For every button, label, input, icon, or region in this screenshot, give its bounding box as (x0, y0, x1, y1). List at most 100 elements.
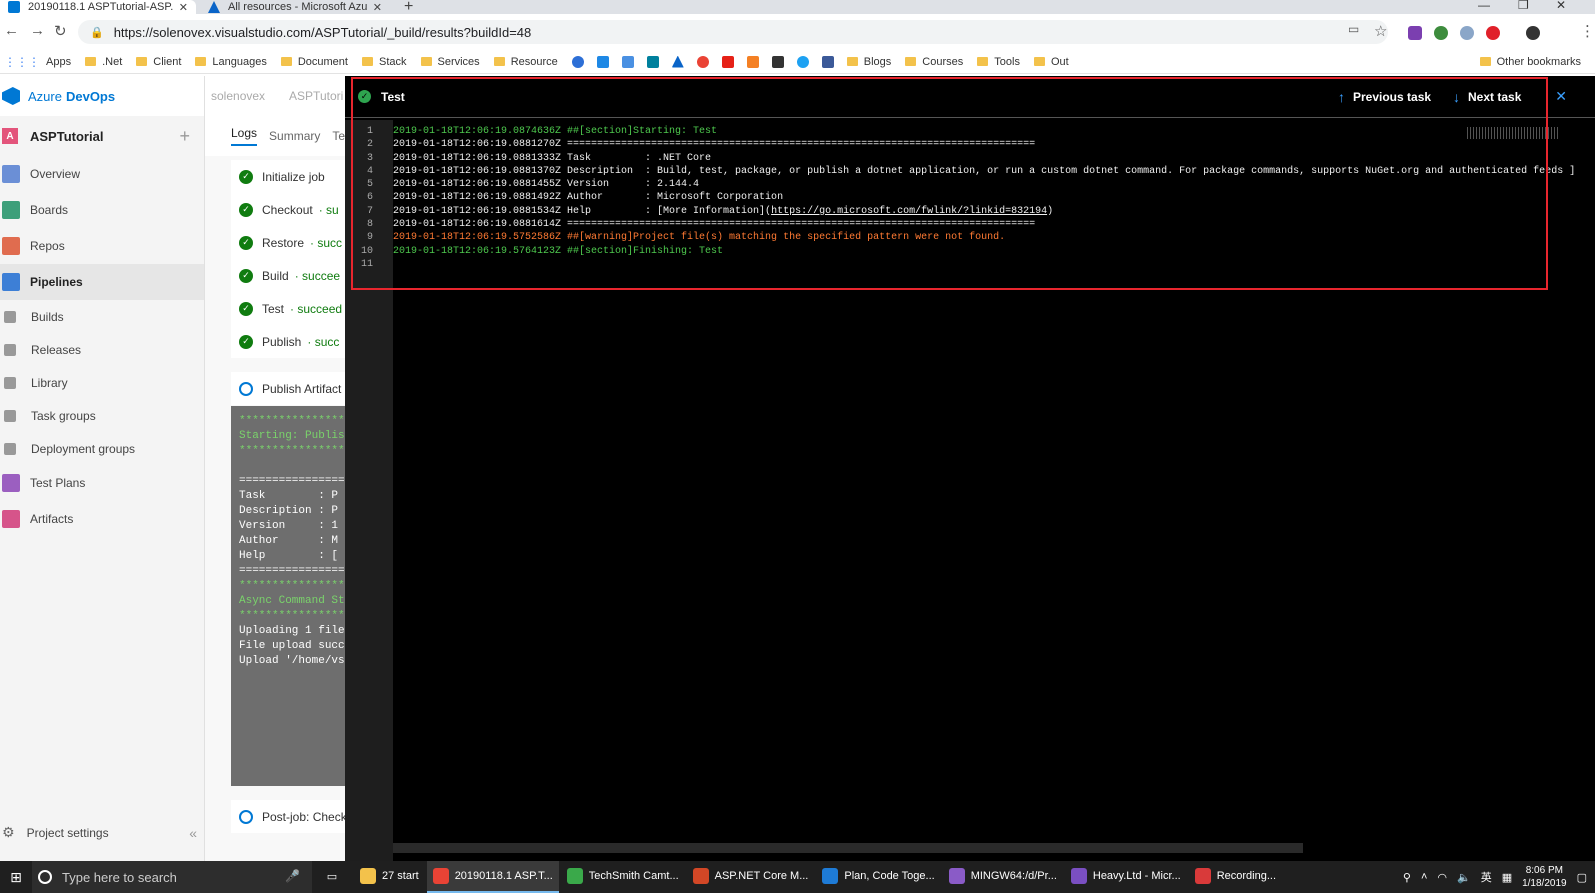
collapse-nav-icon[interactable]: « (189, 825, 197, 841)
bookmark-folder[interactable]: Stack (361, 56, 407, 68)
browser-tab-azure[interactable]: All resources - Microsoft Azure ✕ (200, 0, 390, 14)
horizontal-scrollbar[interactable] (393, 843, 1303, 853)
step-item[interactable]: ✓ Build · succee (231, 259, 345, 292)
running-step[interactable]: Publish Artifact (231, 372, 345, 405)
back-icon[interactable]: ← (4, 22, 19, 39)
bookmark-folder[interactable]: Courses (905, 56, 963, 68)
nav-item-artifacts[interactable]: Artifacts (0, 501, 204, 537)
keyboard-icon[interactable]: ▦ (1502, 871, 1512, 884)
help-link[interactable]: https://go.microsoft.com/fwlink/?linkid=… (771, 206, 1047, 217)
translate-bookmark-icon[interactable] (621, 55, 634, 68)
taskbar-app-button[interactable]: 27 start (354, 861, 425, 893)
taskbar-search-input[interactable]: Type here to search 🎤 (32, 861, 312, 893)
next-task-button[interactable]: ↓ Next task (1453, 89, 1521, 105)
google-bookmark-icon[interactable] (696, 55, 709, 68)
nav-item-overview[interactable]: Overview (0, 156, 204, 192)
nav-item-library[interactable]: Library (0, 366, 204, 399)
twitter-bookmark-icon[interactable] (796, 55, 809, 68)
wikipedia-bookmark-icon[interactable] (771, 55, 784, 68)
clock[interactable]: 8:06 PM 1/18/2019 (1522, 864, 1567, 890)
nav-item-repos[interactable]: Repos (0, 228, 204, 264)
nav-item-pipelines[interactable]: Pipelines (0, 264, 204, 300)
project-settings[interactable]: ⚙ Project settings « (2, 824, 197, 841)
task-view-icon[interactable]: ▭ (312, 861, 352, 893)
bookmark-folder[interactable]: .Net (85, 56, 122, 68)
extension-icon[interactable] (1434, 26, 1448, 40)
bookmark-icon[interactable] (596, 55, 609, 68)
facebook-bookmark-icon[interactable] (821, 55, 834, 68)
step-item[interactable]: ✓ Publish · succ (231, 325, 345, 358)
taskbar-app-button[interactable]: 20190118.1 ASP.T... (426, 861, 559, 893)
extension-icon[interactable] (1460, 26, 1474, 40)
windows-start-icon[interactable]: ⊞ (0, 861, 32, 893)
browser-tab-devops[interactable]: 20190118.1 ASPTutorial-ASP.NET ✕ (0, 0, 196, 14)
close-tab-icon[interactable]: ✕ (373, 1, 382, 14)
step-item[interactable]: ✓ Initialize job (231, 160, 345, 193)
nav-item-test-plans[interactable]: Test Plans (0, 465, 204, 501)
extensions (1408, 26, 1540, 40)
volume-icon[interactable]: 🔈 (1457, 871, 1471, 884)
bookmark-star-icon[interactable]: ☆ (1374, 22, 1387, 40)
taskbar-app-button[interactable]: ASP.NET Core M... (687, 861, 815, 893)
microphone-icon[interactable]: 🎤 (285, 869, 300, 883)
restore-icon[interactable]: ❐ (1518, 0, 1529, 12)
console-line: Version : 1 (239, 520, 339, 532)
minimize-icon[interactable]: — (1478, 0, 1490, 12)
youtube-bookmark-icon[interactable] (721, 55, 734, 68)
bookmark-folder[interactable]: Languages (195, 56, 267, 68)
close-log-button[interactable]: ✕ (1555, 88, 1567, 105)
bookmark-folder[interactable]: Out (1033, 56, 1069, 68)
bookmark-folder[interactable]: Services (420, 56, 480, 68)
nav-item-task-groups[interactable]: Task groups (0, 399, 204, 432)
bookmark-folder[interactable]: Document (280, 56, 348, 68)
notifications-icon[interactable]: ▢ (1577, 871, 1587, 884)
stackoverflow-bookmark-icon[interactable] (746, 55, 759, 68)
devops-brand[interactable]: Azure DevOps (0, 76, 204, 116)
profile-avatar[interactable] (1526, 26, 1540, 40)
breadcrumb-project[interactable]: ASPTutori (289, 89, 343, 103)
post-job-step[interactable]: Post-job: Check (231, 800, 345, 833)
taskbar-app-button[interactable]: Recording... (1189, 861, 1282, 893)
step-item[interactable]: ✓ Test · succeed (231, 292, 345, 325)
forward-icon[interactable]: → (30, 22, 45, 39)
bookmark-folder[interactable]: Blogs (846, 56, 891, 68)
close-window-icon[interactable]: ✕ (1556, 0, 1566, 12)
url-input[interactable]: 🔒 https://solenovex.visualstudio.com/ASP… (78, 20, 1388, 44)
step-item[interactable]: ✓ Restore · succ (231, 226, 345, 259)
chevron-up-icon[interactable]: ˄ (1421, 871, 1427, 883)
ime-indicator[interactable]: 英 (1481, 869, 1492, 885)
tab-logs[interactable]: Logs (231, 126, 258, 146)
azure-bookmark-icon[interactable] (671, 55, 684, 68)
tab-summary[interactable]: Summary (269, 129, 320, 143)
taskbar-app-button[interactable]: TechSmith Camt... (561, 861, 685, 893)
previous-task-button[interactable]: ↑ Previous task (1338, 89, 1431, 105)
bookmark-folder[interactable]: Resource (493, 56, 558, 68)
nav-item-boards[interactable]: Boards (0, 192, 204, 228)
network-icon[interactable]: ◠ (1437, 871, 1447, 884)
other-bookmarks[interactable]: Other bookmarks (1479, 56, 1581, 68)
breadcrumb-org[interactable]: solenovex (211, 89, 265, 103)
nav-item-builds[interactable]: Builds (0, 300, 204, 333)
people-icon[interactable]: ⚲ (1403, 871, 1411, 884)
onenote-extension-icon[interactable] (1408, 26, 1422, 40)
project-header[interactable]: A ASPTutorial + (0, 116, 204, 156)
reload-icon[interactable]: ↻ (54, 22, 67, 40)
bookmark-apps[interactable]: ⋮⋮⋮ Apps (4, 55, 71, 69)
add-icon[interactable]: + (179, 126, 190, 147)
close-tab-icon[interactable]: ✕ (179, 1, 188, 14)
bing-bookmark-icon[interactable] (646, 55, 659, 68)
cast-icon[interactable]: ▭ (1348, 22, 1359, 36)
bookmark-folder[interactable]: Tools (977, 56, 1020, 68)
taskbar-app-button[interactable]: MINGW64:/d/Pr... (943, 861, 1063, 893)
nav-item-deployment-groups[interactable]: Deployment groups (0, 432, 204, 465)
taskbar-app-button[interactable]: Heavy.Ltd - Micr... (1065, 861, 1187, 893)
bookmark-folder[interactable]: Client (136, 56, 181, 68)
taskbar-app-button[interactable]: Plan, Code Toge... (816, 861, 940, 893)
log-minimap[interactable] (1467, 127, 1559, 139)
browser-menu-icon[interactable]: ⋮ (1580, 22, 1595, 40)
tab-tests[interactable]: Te (332, 129, 345, 143)
step-item[interactable]: ✓ Checkout · su (231, 193, 345, 226)
nav-item-releases[interactable]: Releases (0, 333, 204, 366)
baidu-bookmark-icon[interactable] (571, 55, 584, 68)
opera-extension-icon[interactable] (1486, 26, 1500, 40)
